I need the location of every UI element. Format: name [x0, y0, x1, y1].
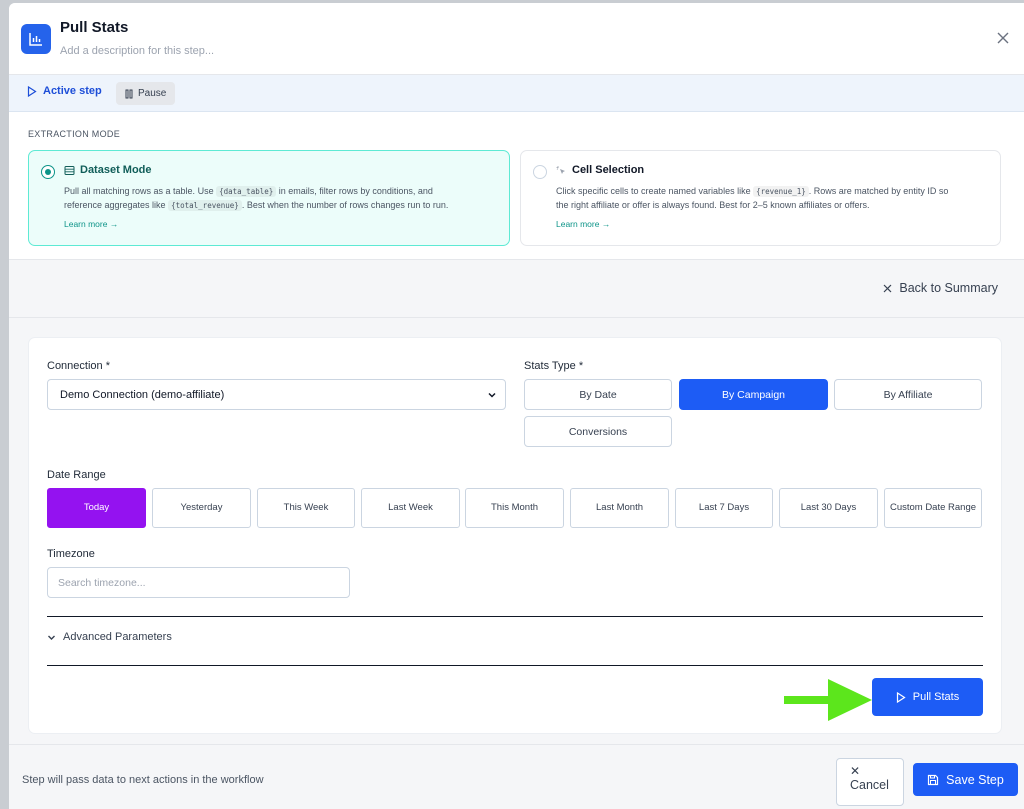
save-icon: [928, 774, 939, 785]
play-icon: [27, 85, 37, 97]
date-range-custom[interactable]: Custom Date Range: [884, 488, 982, 528]
date-range-last-month[interactable]: Last Month: [570, 488, 669, 528]
step-editor-modal: Pull Stats Add a description for this st…: [9, 3, 1024, 809]
date-range-today[interactable]: Today: [47, 488, 146, 528]
timezone-search-input[interactable]: Search timezone...: [47, 567, 350, 598]
save-step-label: Save Step: [946, 772, 1004, 787]
back-to-summary-button[interactable]: Back to Summary: [883, 281, 998, 295]
bar-chart-icon: [21, 24, 51, 54]
stats-type-by-affiliate[interactable]: By Affiliate: [834, 379, 982, 410]
step-description-field[interactable]: Add a description for this step...: [60, 45, 214, 57]
timezone-label: Timezone: [47, 548, 95, 560]
active-step-indicator: Active step: [27, 85, 102, 97]
close-icon: ✕: [850, 764, 861, 778]
pause-label: Pause: [138, 88, 167, 99]
code-token: {data_table}: [216, 186, 277, 197]
date-range-last-30-days[interactable]: Last 30 Days: [779, 488, 878, 528]
divider: [47, 616, 983, 617]
play-icon: [896, 691, 906, 703]
code-token: {total_revenue}: [168, 199, 242, 211]
dataset-mode-radio[interactable]: [41, 165, 55, 179]
cell-selection-title: Cell Selection: [572, 164, 645, 176]
step-status-bar: Active step Pause: [9, 75, 1024, 112]
annotation-arrow-icon: [784, 679, 872, 721]
footer-info-text: Step will pass data to next actions in t…: [22, 774, 264, 786]
modal-footer: Step will pass data to next actions in t…: [9, 744, 1024, 809]
connection-label: Connection *: [47, 360, 110, 372]
chevron-down-icon: [488, 392, 496, 398]
step-title[interactable]: Pull Stats: [60, 19, 128, 36]
dataset-mode-description: Pull all matching rows as a table. Use {…: [64, 186, 449, 211]
cursor-click-icon: [556, 165, 565, 174]
close-icon[interactable]: [996, 31, 1010, 45]
cancel-label: Cancel: [850, 778, 889, 792]
dataset-mode-title: Dataset Mode: [80, 164, 152, 176]
cell-selection-card[interactable]: Cell Selection Click specific cells to c…: [520, 150, 1001, 246]
cell-learn-more-link[interactable]: Learn more →: [556, 219, 610, 229]
cell-selection-description: Click specific cells to create named var…: [556, 186, 949, 210]
save-step-button[interactable]: Save Step: [913, 763, 1018, 796]
cell-selection-radio[interactable]: [533, 165, 547, 179]
active-step-label: Active step: [43, 85, 102, 97]
pause-button[interactable]: Pause: [116, 82, 176, 105]
advanced-parameters-toggle[interactable]: Advanced Parameters: [47, 631, 172, 643]
stats-type-label: Stats Type *: [524, 360, 584, 372]
date-range-yesterday[interactable]: Yesterday: [152, 488, 251, 528]
connection-select[interactable]: Demo Connection (demo-affiliate): [47, 379, 506, 410]
stats-type-conversions[interactable]: Conversions: [524, 416, 672, 447]
code-token: {revenue_1}: [753, 186, 809, 197]
date-range-this-month[interactable]: This Month: [465, 488, 564, 528]
close-icon: [883, 284, 892, 292]
pull-stats-button[interactable]: Pull Stats: [872, 678, 983, 716]
stats-type-by-date[interactable]: By Date: [524, 379, 672, 410]
extraction-mode-section: EXTRACTION MODE Dataset Mode Pull all ma…: [9, 112, 1024, 260]
table-icon: [64, 165, 75, 175]
date-range-last-week[interactable]: Last Week: [361, 488, 460, 528]
divider: [47, 665, 983, 666]
stats-type-by-campaign[interactable]: By Campaign: [679, 379, 828, 410]
cancel-button[interactable]: ✕ Cancel: [836, 758, 904, 806]
extraction-mode-label: EXTRACTION MODE: [28, 129, 121, 139]
date-range-label: Date Range: [47, 469, 106, 481]
chevron-down-icon: [48, 635, 55, 640]
pull-stats-label: Pull Stats: [912, 691, 960, 703]
date-range-this-week[interactable]: This Week: [257, 488, 355, 528]
connection-value: Demo Connection (demo-affiliate): [60, 388, 225, 401]
back-to-summary-label: Back to Summary: [899, 281, 998, 295]
dataset-learn-more-link[interactable]: Learn more →: [64, 219, 118, 229]
modal-header: Pull Stats Add a description for this st…: [9, 3, 1024, 75]
back-row: Back to Summary: [9, 260, 1024, 318]
advanced-parameters-label: Advanced Parameters: [63, 631, 172, 643]
pause-icon: [125, 89, 133, 98]
date-range-last-7-days[interactable]: Last 7 Days: [675, 488, 773, 528]
dataset-mode-card[interactable]: Dataset Mode Pull all matching rows as a…: [28, 150, 510, 246]
pull-stats-form: Connection * Demo Connection (demo-affil…: [28, 337, 1002, 734]
